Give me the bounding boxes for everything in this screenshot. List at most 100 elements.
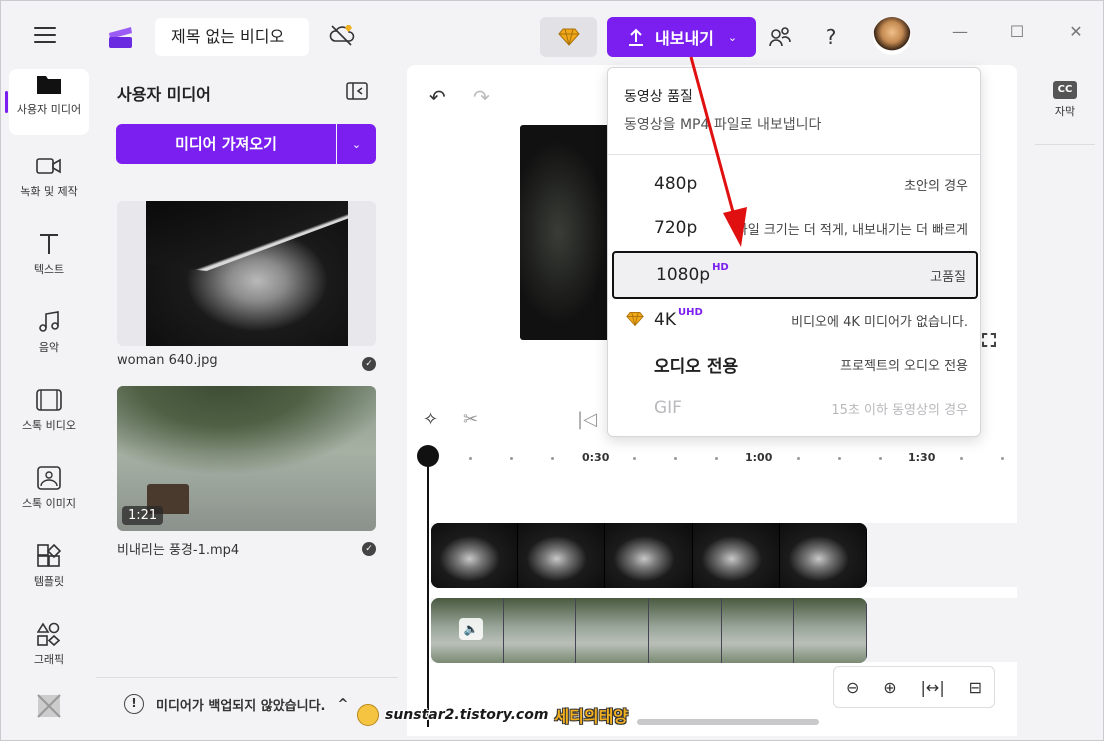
music-note-icon [9,307,89,337]
duration-badge: 1:21 [122,506,164,525]
avatar[interactable] [873,17,911,55]
menu-header: 동영상 품질 동영상을 MP4 파일로 내보냅니다 [608,68,980,155]
zoom-out-icon[interactable]: ⊖ [846,678,859,697]
option-720p[interactable]: 720p 파일 크기는 더 적게, 내보내기는 더 빠르게 [612,206,978,250]
chevron-up-icon[interactable]: ^ [337,697,348,712]
premium-button[interactable] [540,17,597,57]
transition-icon [9,691,89,721]
option-label: 1080p [656,265,711,285]
preview-video[interactable] [520,125,616,340]
nav-label: 음악 [38,341,60,354]
watermark-url: sunstar2.tistory.com [385,707,549,723]
check-icon: ✓ [362,542,376,556]
nav-label: 스톡 이미지 [21,497,77,510]
ruler-tick: 1:30 [908,451,936,464]
smiley-icon [357,704,379,726]
hd-badge: HD [712,261,729,273]
magic-sparkle-icon[interactable]: ✧ [423,409,438,430]
captions-label: 자막 [1054,105,1076,118]
upload-icon [629,28,643,46]
option-480p[interactable]: 480p 초안의 경우 [612,162,978,206]
fit-screen-icon[interactable]: ⊟ [969,678,982,697]
menu-icon[interactable] [34,27,56,43]
image-icon [9,463,89,493]
panel-title: 사용자 미디어 [117,85,211,104]
zoom-controls: ⊖ ⊕ |↔| ⊟ [833,666,995,708]
option-gif: GIF 15초 이하 동영상의 경우 [612,386,978,430]
import-media-button[interactable]: 미디어 가져오기 [116,124,336,164]
video-camera-icon [9,151,89,181]
redo-icon[interactable]: ↷ [473,85,490,109]
nav-label: 녹화 및 제작 [20,185,78,198]
collapse-panel-icon[interactable] [346,82,368,100]
playhead-handle[interactable] [417,445,439,467]
diamond-icon [557,28,580,46]
watermark-name: 세티의태양 [554,707,629,726]
nav-item-text[interactable]: 텍스트 [9,229,89,295]
nav-item-stock-image[interactable]: 스톡 이미지 [9,463,89,529]
help-icon[interactable]: ? [819,25,843,49]
maximize-icon[interactable]: ☐ [1002,19,1032,43]
share-people-icon[interactable] [768,25,792,49]
media-thumbnail-rain[interactable]: 1:21 [117,386,376,531]
option-label: 720p [654,218,698,238]
option-4k[interactable]: 4K UHD 비디오에 4K 미디어가 없습니다. [612,298,978,342]
nav-item-stock-video[interactable]: 스톡 비디오 [9,385,89,451]
export-button[interactable]: 내보내기 ⌄ [607,17,756,57]
nav-label: 텍스트 [33,263,65,276]
import-options-chevron-icon[interactable]: ⌄ [337,124,376,164]
option-label: 480p [654,174,698,194]
nav-label: 사용자 미디어 [16,103,82,116]
nav-item-transitions[interactable] [9,691,89,731]
media-item-name: woman 640.jpg [117,353,218,368]
nav-label: 템플릿 [33,575,65,588]
captions-tab[interactable]: CC 자막 [1035,65,1095,145]
backup-notice[interactable]: ! 미디어가 백업되지 않았습니다. ^ [96,677,398,730]
project-title-field[interactable]: 제목 없는 비디오 [155,18,309,56]
scissors-icon[interactable]: ✂ [463,409,478,430]
uhd-badge: UHD [677,306,703,318]
skip-back-icon[interactable]: |◁ [577,409,597,430]
info-icon: ! [124,694,144,714]
option-desc: 15초 이하 동영상의 경우 [831,402,968,418]
cc-icon: CC [1053,81,1077,99]
fullscreen-icon[interactable] [982,333,996,347]
option-desc: 비디오에 4K 미디어가 없습니다. [791,314,968,330]
media-panel: 사용자 미디어 미디어 가져오기 ⌄ woman 640.jpg ✓ 1:21 … [96,65,398,740]
check-icon: ✓ [362,357,376,371]
option-desc: 파일 크기는 더 적게, 내보내기는 더 빠르게 [735,222,968,238]
timeline: ✧ ✂ |◁ 0:30 1:00 1:30 🔈 ⊖ ⊕ |↔| ⊟ [407,391,1017,736]
diamond-icon [626,312,644,327]
volume-icon[interactable]: 🔈 [459,618,483,640]
close-icon[interactable]: ✕ [1061,19,1091,43]
option-audio-only[interactable]: 오디오 전용 프로젝트의 오디오 전용 [612,342,978,386]
timeline-scrollbar[interactable] [637,719,819,725]
timeline-clip-video[interactable]: 🔈 [431,598,867,663]
cloud-off-premium-icon[interactable] [329,23,357,47]
undo-icon[interactable]: ↶ [429,85,446,109]
nav-item-graphics[interactable]: 그래픽 [9,619,89,685]
zoom-in-icon[interactable]: ⊕ [883,678,896,697]
export-quality-menu: 동영상 품질 동영상을 MP4 파일로 내보냅니다 480p 초안의 경우 72… [607,67,981,437]
shapes-icon [9,619,89,649]
media-thumbnail-woman[interactable] [117,201,376,346]
nav-item-user-media[interactable]: 사용자 미디어 [5,69,89,135]
nav-item-record[interactable]: 녹화 및 제작 [9,151,89,217]
timeline-clip-image[interactable] [431,523,867,588]
left-nav: 사용자 미디어 녹화 및 제작 텍스트 음악 스톡 비디오 스톡 이미지 템플릿… [1,65,93,740]
media-item-name: 비내리는 풍경-1.mp4 [117,543,240,558]
timeline-ruler: 0:30 1:00 1:30 [407,451,1017,471]
option-1080p[interactable]: 1080p HD 고품질 [612,251,978,299]
menu-subtitle: 동영상을 MP4 파일로 내보냅니다 [624,117,822,133]
minimize-icon[interactable]: — [945,19,975,43]
chevron-down-icon: ⌄ [727,30,738,44]
fit-width-icon[interactable]: |↔| [921,678,945,697]
nav-item-templates[interactable]: 템플릿 [9,541,89,607]
export-label: 내보내기 [655,29,714,48]
menu-title: 동영상 품질 [624,89,693,105]
nav-item-music[interactable]: 음악 [9,307,89,373]
template-icon [9,541,89,571]
app-logo-icon [109,27,132,48]
option-label: 4K [654,310,676,330]
nav-label: 그래픽 [33,653,65,666]
